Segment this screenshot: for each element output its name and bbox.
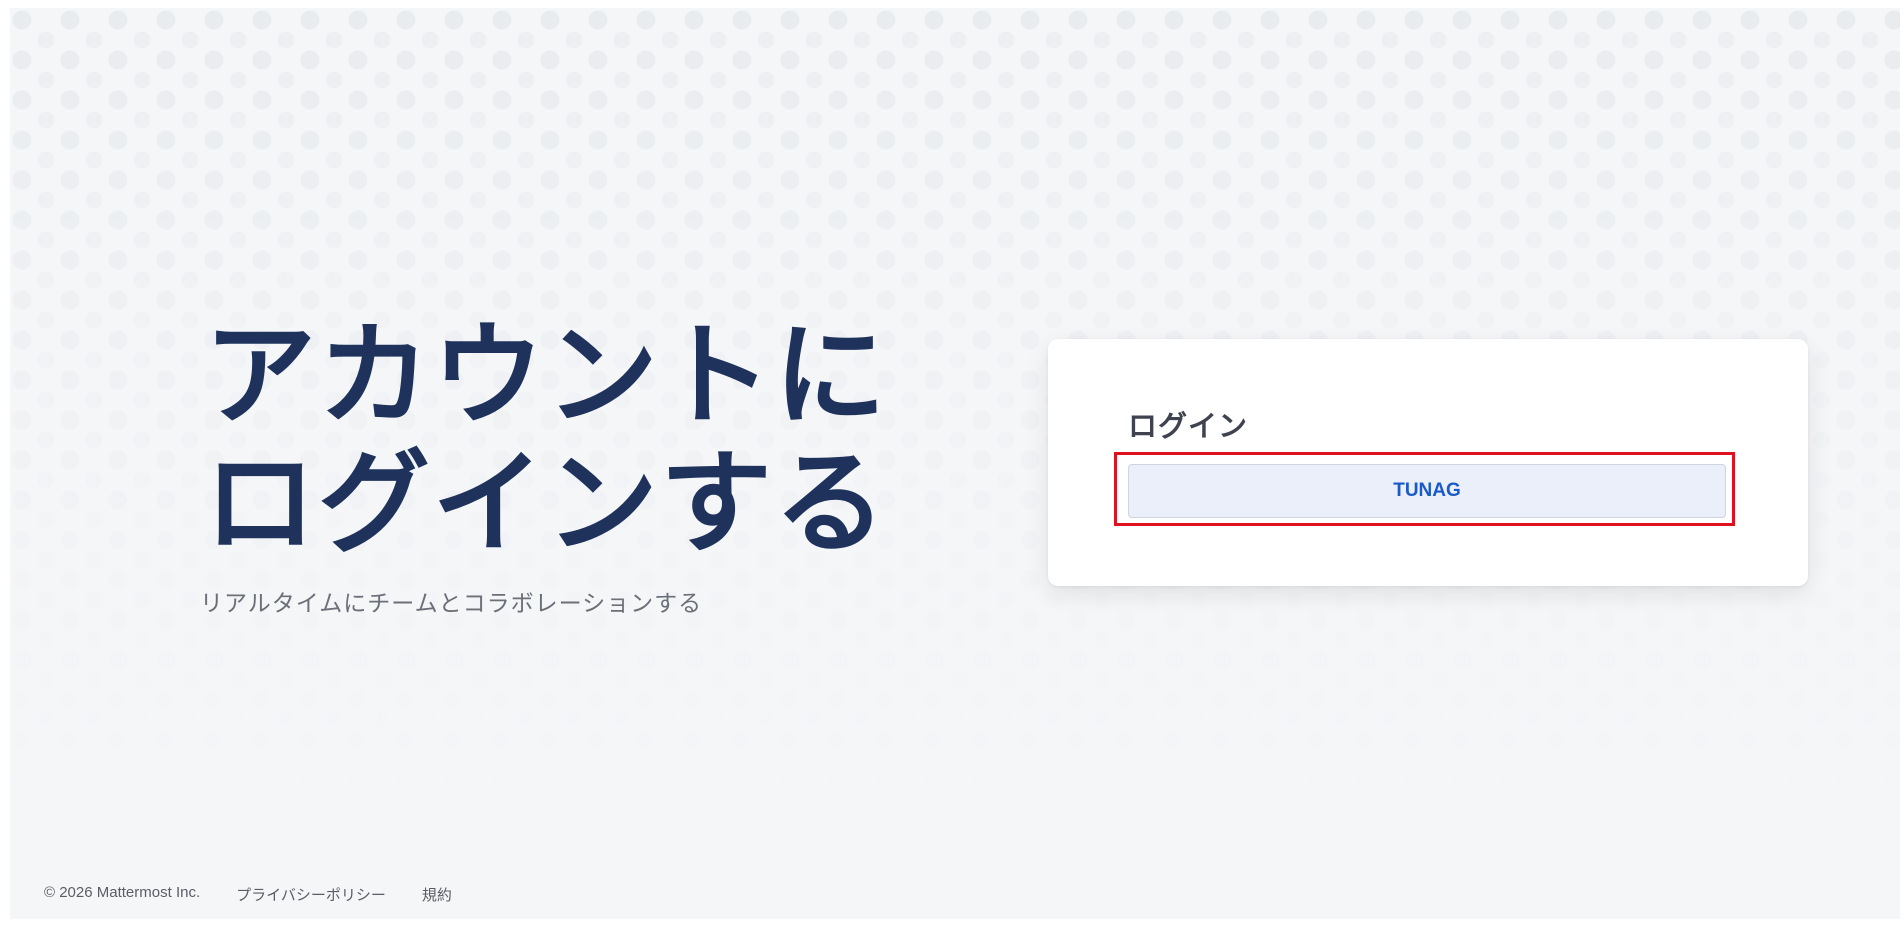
privacy-policy-link[interactable]: プライバシーポリシー [236, 884, 386, 905]
footer-copyright: © 2026 Mattermost Inc. [44, 884, 201, 901]
login-card: ログイン TUNAG [1048, 339, 1808, 586]
terms-link[interactable]: 規約 [422, 884, 452, 905]
tunag-sso-button[interactable]: TUNAG [1128, 464, 1726, 518]
hero-title: アカウントに ログインする [204, 311, 888, 569]
footer: © 2026 Mattermost Inc. プライバシーポリシー 規約 [44, 884, 452, 905]
hero-subtitle: リアルタイムにチームとコラボレーションする [200, 591, 703, 617]
login-heading: ログイン [1128, 409, 1249, 443]
